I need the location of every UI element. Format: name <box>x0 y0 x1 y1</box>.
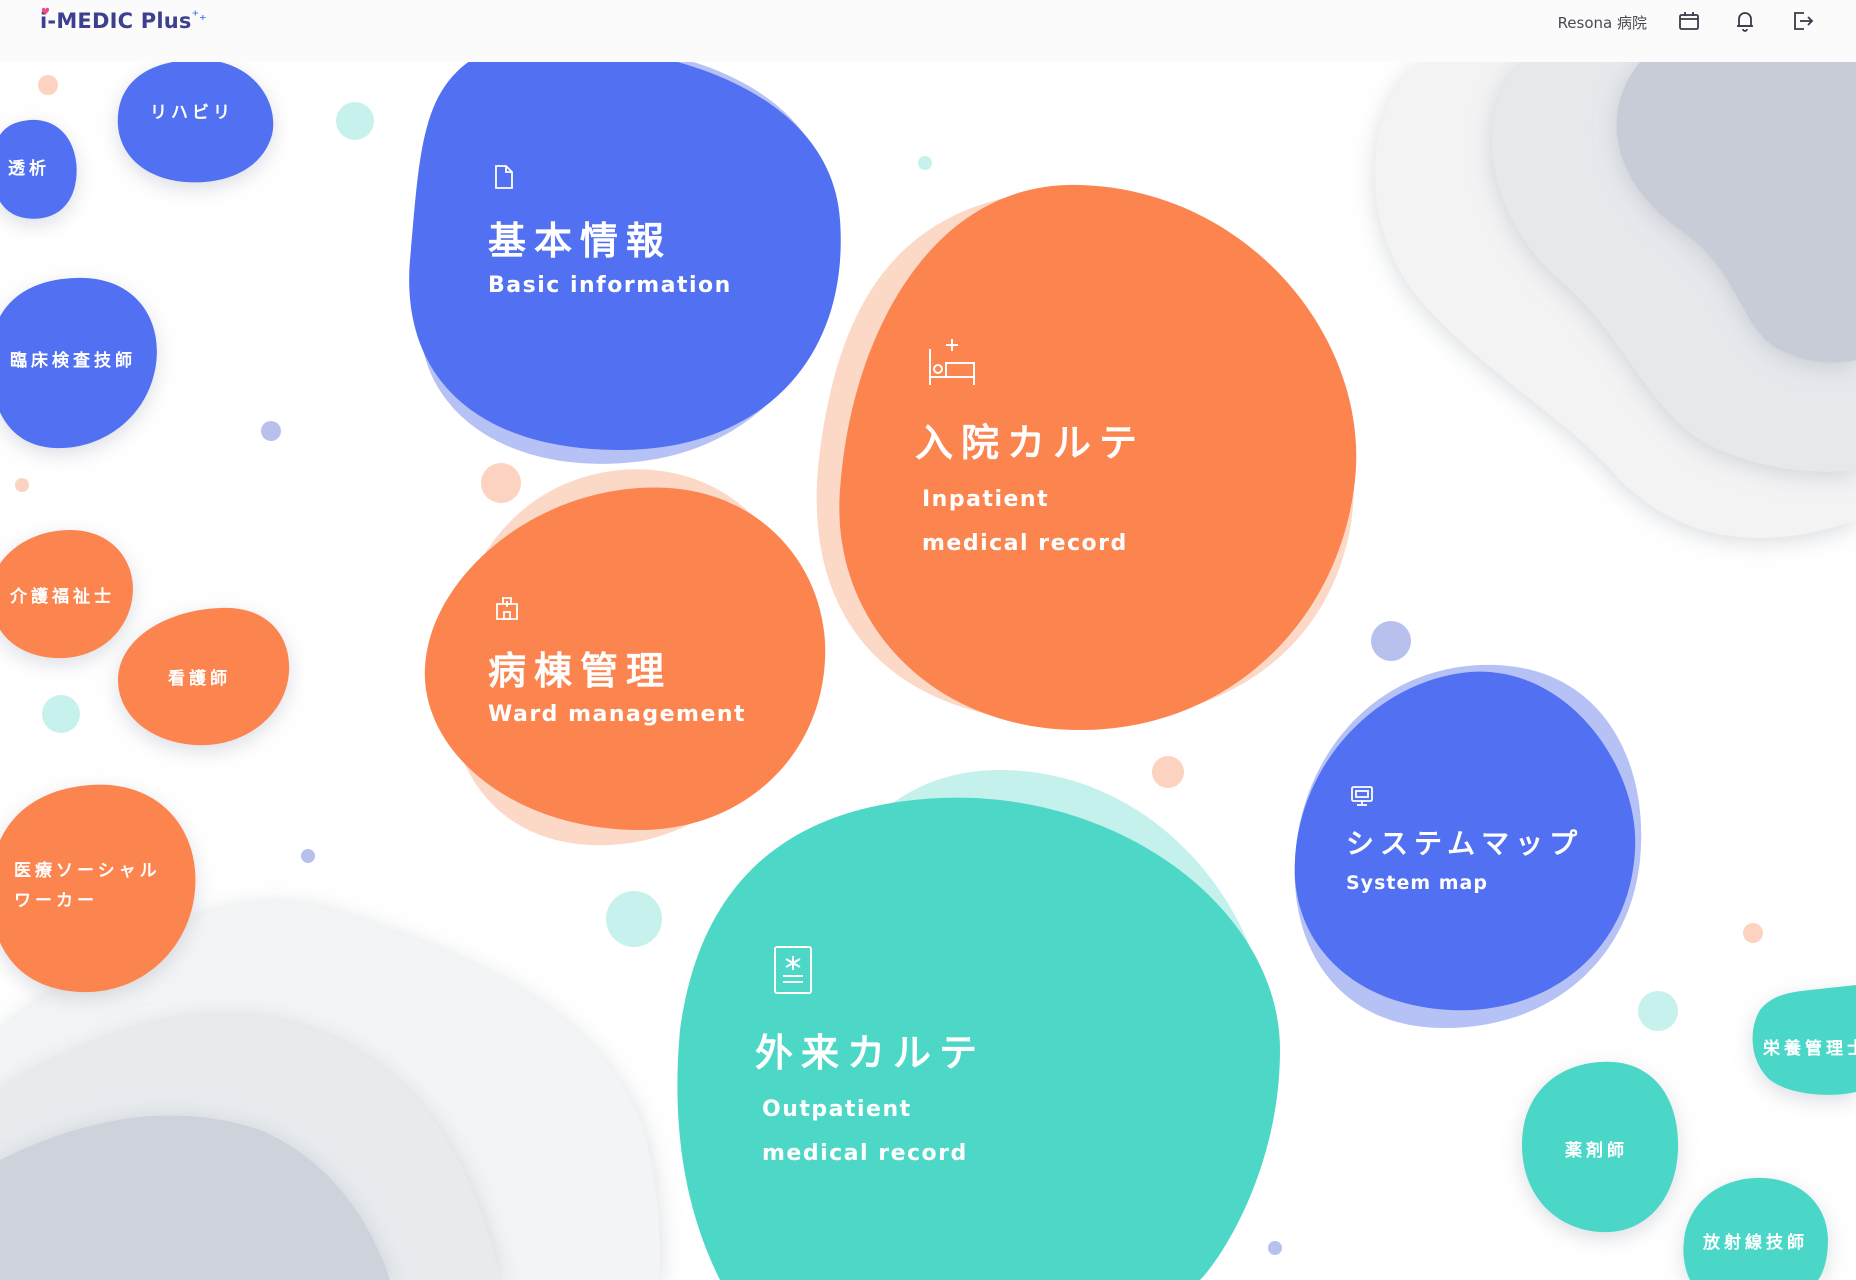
tile-inpatient[interactable] <box>850 190 1350 725</box>
tile-basic-info[interactable] <box>420 60 840 450</box>
role-social-worker-line2[interactable]: ワーカー <box>14 886 98 911</box>
tile-outpatient[interactable] <box>680 800 1280 1270</box>
logo-heart-icon: ♥ <box>41 7 51 18</box>
bell-icon[interactable] <box>1732 8 1758 34</box>
role-dialysis[interactable]: 透析 <box>8 154 50 179</box>
logo-plus-icon: ⁺₊ <box>191 8 207 24</box>
app-logo[interactable]: ♥ i-MEDIC Plus⁺₊ <box>40 7 207 33</box>
decor-wave-top-right <box>1375 62 1856 538</box>
tile-systemmap[interactable] <box>1295 670 1635 1015</box>
role-care-worker[interactable]: 介護福祉士 <box>10 582 115 607</box>
header-bar: ♥ i-MEDIC Plus⁺₊ Resona 病院 <box>0 0 1856 62</box>
calendar-icon[interactable] <box>1676 8 1702 34</box>
hospital-name: Resona 病院 <box>1557 14 1647 32</box>
role-nutrition[interactable]: 栄養管理士 <box>1763 1034 1856 1059</box>
role-lab-technician[interactable]: 臨床検査技師 <box>10 346 136 371</box>
role-pharmacist[interactable]: 薬剤師 <box>1565 1136 1628 1161</box>
logout-icon[interactable] <box>1789 8 1815 34</box>
logo-text: i-MEDIC Plus <box>40 9 192 33</box>
tile-ward[interactable] <box>430 490 825 830</box>
home-screen: ♥ i-MEDIC Plus⁺₊ Resona 病院 基本情報 Basic in… <box>0 0 1856 1280</box>
role-social-worker-line1[interactable]: 医療ソーシャル <box>14 856 161 881</box>
role-nurse[interactable]: 看護師 <box>168 664 231 689</box>
role-rehab[interactable]: リハビリ <box>150 98 234 123</box>
role-radiology[interactable]: 放射線技師 <box>1703 1228 1808 1253</box>
